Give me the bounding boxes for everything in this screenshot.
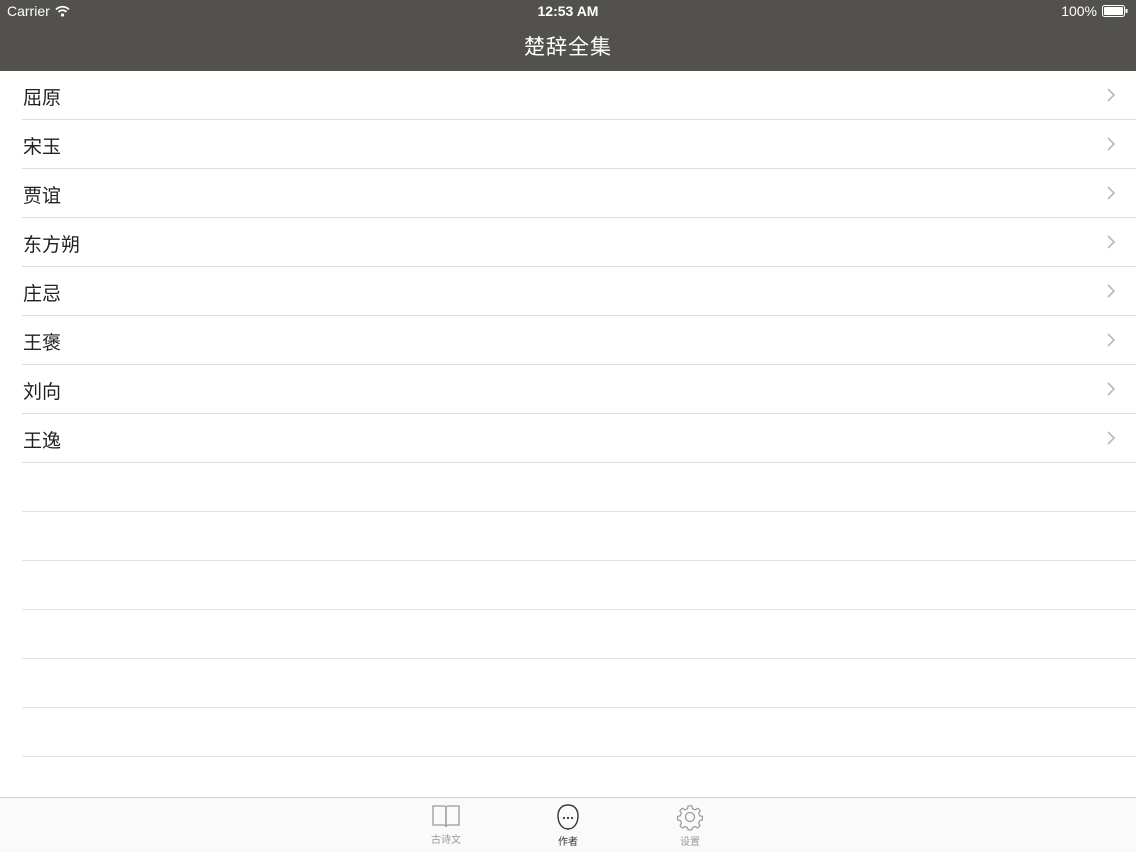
battery-indicator: 100% [1061, 3, 1128, 19]
app-screen: Carrier 12:53 AM 100% 楚辞全集 屈原 宋玉 贾谊 东方朔 … [0, 0, 1136, 852]
empty-row [22, 463, 1136, 512]
battery-icon [1102, 5, 1128, 17]
tab-authors[interactable]: 作者 [523, 803, 613, 852]
person-icon [557, 804, 579, 830]
chevron-right-icon [1107, 333, 1116, 347]
tab-poems[interactable]: 古诗文 [401, 803, 491, 852]
list-item[interactable]: 王逸 [22, 414, 1136, 463]
tab-bar: 古诗文 作者 设置 [0, 797, 1136, 852]
chevron-right-icon [1107, 137, 1116, 151]
list-item-label: 王逸 [23, 430, 62, 452]
list-item[interactable]: 刘向 [22, 365, 1136, 414]
list-item[interactable]: 宋玉 [22, 120, 1136, 169]
list-item[interactable]: 王褒 [22, 316, 1136, 365]
tab-settings[interactable]: 设置 [645, 803, 735, 852]
chevron-right-icon [1107, 382, 1116, 396]
list-item[interactable]: 庄忌 [22, 267, 1136, 316]
navigation-bar: Carrier 12:53 AM 100% 楚辞全集 [0, 0, 1136, 71]
status-bar: Carrier 12:53 AM 100% [0, 0, 1136, 22]
list-item-label: 宋玉 [23, 136, 62, 158]
battery-percent: 100% [1061, 3, 1097, 19]
tab-label: 作者 [558, 837, 578, 848]
book-icon [432, 805, 460, 828]
list-item[interactable]: 东方朔 [22, 218, 1136, 267]
chevron-right-icon [1107, 235, 1116, 249]
page-title: 楚辞全集 [524, 35, 612, 59]
list-item-label: 庄忌 [23, 283, 62, 305]
empty-row [22, 610, 1136, 659]
list-item-label: 贾谊 [23, 185, 62, 207]
tab-label: 古诗文 [431, 835, 461, 846]
list-item-label: 东方朔 [23, 234, 81, 256]
empty-row [22, 659, 1136, 708]
list-item[interactable]: 贾谊 [22, 169, 1136, 218]
list-item[interactable]: 屈原 [22, 71, 1136, 120]
list-item-label: 王褒 [23, 332, 62, 354]
chevron-right-icon [1107, 186, 1116, 200]
empty-row [22, 512, 1136, 561]
chevron-right-icon [1107, 284, 1116, 298]
empty-row [22, 561, 1136, 610]
status-time: 12:53 AM [537, 3, 599, 19]
chevron-right-icon [1107, 431, 1116, 445]
tab-label: 设置 [680, 837, 700, 848]
list-item-label: 屈原 [23, 87, 62, 109]
gear-icon [676, 805, 704, 831]
author-list: 屈原 宋玉 贾谊 东方朔 庄忌 王褒 刘向 王逸 [0, 71, 1136, 757]
chevron-right-icon [1107, 88, 1116, 102]
list-item-label: 刘向 [23, 381, 62, 403]
empty-row [22, 708, 1136, 757]
